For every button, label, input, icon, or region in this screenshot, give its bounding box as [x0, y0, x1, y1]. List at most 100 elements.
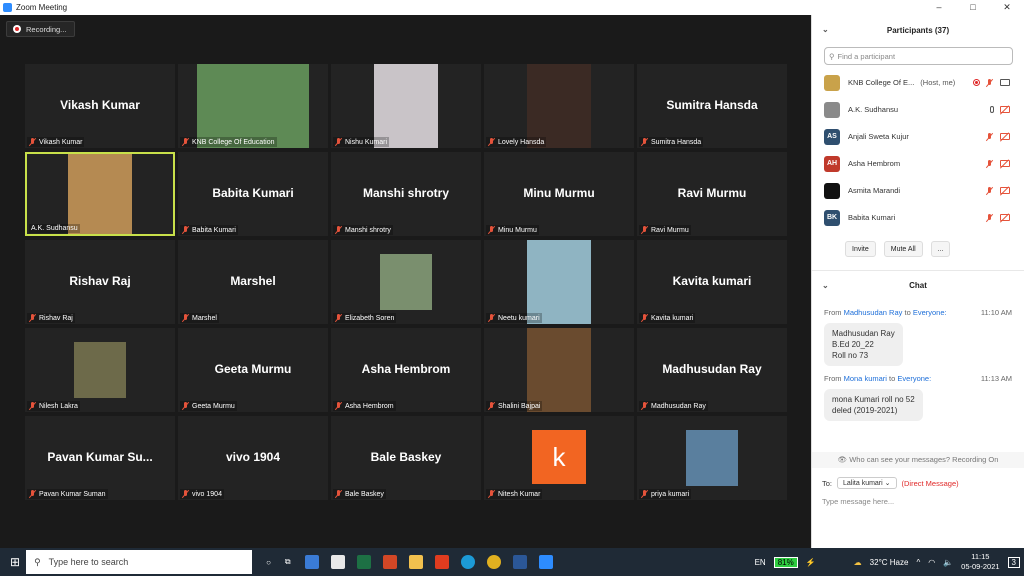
notification-icon[interactable]: 3 [1007, 556, 1020, 568]
mic-muted-icon[interactable] [986, 78, 994, 87]
app-icon-1[interactable] [304, 555, 319, 569]
camera-off-icon[interactable] [1000, 106, 1010, 113]
video-tile[interactable]: Asha Hembrom Asha Hembrom [331, 328, 481, 412]
weather-text[interactable]: 32°C Haze [870, 558, 909, 567]
chrome-icon[interactable] [486, 555, 501, 569]
sender-name[interactable]: Madhusudan Ray [844, 308, 903, 317]
collapse-participants-icon[interactable]: ⌄ [822, 25, 829, 34]
participant-search[interactable]: ⚲ Find a participant [824, 47, 1013, 65]
participant-row[interactable]: BK Babita Kumari [812, 204, 1024, 231]
recording-indicator[interactable]: Recording... [6, 21, 76, 37]
weather-icon: ☁ [853, 557, 862, 567]
windows-start-icon[interactable]: ⊞ [10, 555, 20, 569]
camera-off-icon[interactable] [1000, 133, 1010, 140]
tile-caption: Geeta Murmu [180, 401, 237, 411]
video-tile[interactable]: Minu Murmu Minu Murmu [484, 152, 634, 236]
tile-caption-name: KNB College Of Education [192, 138, 275, 146]
zoom-taskbar-icon[interactable] [538, 555, 553, 569]
camera-off-icon[interactable] [1000, 187, 1010, 194]
recipient-name[interactable]: Everyone: [913, 308, 947, 317]
office-icon[interactable] [434, 555, 449, 569]
taskbar-search-input[interactable]: Type here to search [49, 557, 129, 567]
video-tile[interactable]: Lovely Hansda [484, 64, 634, 148]
mic-muted-icon[interactable] [986, 213, 994, 222]
wifi-icon[interactable]: ◠ [928, 558, 935, 567]
video-tile[interactable]: k Nitesh Kumar [484, 416, 634, 500]
tile-display-name: Madhusudan Ray [662, 362, 762, 376]
word-icon[interactable] [512, 555, 527, 569]
mic-muted-icon [488, 314, 496, 322]
video-tile[interactable]: priya kumari [637, 416, 787, 500]
video-tile[interactable]: Manshi shrotry Manshi shrotry [331, 152, 481, 236]
video-tile[interactable]: Marshel Marshel [178, 240, 328, 324]
tile-caption-name: Minu Murmu [498, 226, 537, 234]
video-tile[interactable]: Vikash Kumar Vikash Kumar [25, 64, 175, 148]
collapse-chat-icon[interactable]: ⌄ [822, 281, 829, 290]
video-tile[interactable]: Rishav Raj Rishav Raj [25, 240, 175, 324]
video-tile[interactable]: Sumitra Hansda Sumitra Hansda [637, 64, 787, 148]
participant-row[interactable]: Asmita Marandi [812, 177, 1024, 204]
chat-input[interactable]: Type message here... [822, 497, 894, 506]
invite-button[interactable]: Invite [845, 241, 876, 257]
visibility-text: Who can see your messages? Recording On [849, 455, 999, 464]
edge-icon[interactable] [460, 555, 475, 569]
video-tile[interactable]: Babita Kumari Babita Kumari [178, 152, 328, 236]
video-tile[interactable]: Pavan Kumar Su... Pavan Kumar Suman [25, 416, 175, 500]
tile-caption: Nitesh Kumar [486, 489, 543, 499]
battery-indicator[interactable]: 81% [773, 556, 798, 568]
language-indicator[interactable]: EN [755, 558, 766, 567]
sender-name[interactable]: Mona kumari [844, 374, 887, 383]
cortana-icon[interactable]: ○ [266, 558, 271, 567]
mic-muted-icon [29, 138, 37, 146]
participant-avatar [824, 101, 840, 118]
volume-icon[interactable]: 🔈 [943, 558, 953, 567]
video-tile[interactable]: Nilesh Lakra [25, 328, 175, 412]
video-tile[interactable]: Geeta Murmu Geeta Murmu [178, 328, 328, 412]
video-tile[interactable]: Shalini Bajpai [484, 328, 634, 412]
minimize-button[interactable]: – [922, 0, 956, 15]
video-tile[interactable]: vivo 1904 vivo 1904 [178, 416, 328, 500]
file-explorer-icon[interactable] [408, 555, 423, 569]
app-icon-2[interactable] [382, 555, 397, 569]
mic-icon[interactable] [990, 106, 994, 113]
camera-off-icon[interactable] [1000, 160, 1010, 167]
video-tile[interactable]: Madhusudan Ray Madhusudan Ray [637, 328, 787, 412]
close-button[interactable]: ✕ [990, 0, 1024, 15]
video-tile[interactable]: Nishu Kumari [331, 64, 481, 148]
video-tile[interactable]: Ravi Murmu Ravi Murmu [637, 152, 787, 236]
video-tile[interactable]: A.K. Sudhansu [25, 152, 175, 236]
participant-row[interactable]: KNB College Of E... (Host, me) [812, 69, 1024, 96]
clock[interactable]: 11:15 05-09-2021 [961, 552, 999, 572]
mic-muted-icon[interactable] [986, 132, 994, 141]
tile-caption: Ravi Murmu [639, 225, 691, 235]
maximize-button[interactable]: □ [956, 0, 990, 15]
tray-chevron-icon[interactable]: ^ [916, 558, 920, 567]
more-options-button[interactable]: ... [930, 241, 951, 257]
taskbar-search[interactable]: ⚲ Type here to search [26, 550, 253, 574]
mic-muted-icon[interactable] [986, 186, 994, 195]
participant-row[interactable]: AS Anjali Sweta Kujur [812, 123, 1024, 150]
tile-caption: Manshi shrotry [333, 225, 393, 235]
tile-caption-name: Babita Kumari [192, 226, 236, 234]
video-tile[interactable]: Bale Baskey Bale Baskey [331, 416, 481, 500]
video-tile[interactable]: Elizabeth Soren [331, 240, 481, 324]
participant-row[interactable]: A.K. Sudhansu [812, 96, 1024, 123]
chat-message-line: Madhusudan Ray [832, 329, 895, 338]
video-tile[interactable]: Neetu kumari [484, 240, 634, 324]
mute-all-button[interactable]: Mute All [883, 241, 923, 257]
excel-icon[interactable] [356, 555, 371, 569]
participant-row[interactable]: AH Asha Hembrom [812, 150, 1024, 177]
video-tile[interactable]: Kavita kumari Kavita kumari [637, 240, 787, 324]
recipient-name[interactable]: Everyone: [897, 374, 931, 383]
participant-search-input[interactable]: Find a participant [838, 52, 896, 61]
store-icon[interactable] [330, 555, 345, 569]
mic-muted-icon[interactable] [986, 159, 994, 168]
camera-icon[interactable] [1000, 79, 1010, 86]
camera-off-icon[interactable] [1000, 214, 1010, 221]
task-view-icon[interactable]: ⧉ [285, 557, 291, 567]
chat-message-line: mona Kumari roll no 52 [832, 395, 915, 404]
chat-visibility-notice[interactable]: 👁 Who can see your messages? Recording O… [812, 452, 1024, 468]
video-tile[interactable]: KNB College Of Education [178, 64, 328, 148]
mic-muted-icon [335, 226, 343, 234]
recipient-select[interactable]: Lalita kumari ⌄ [837, 477, 897, 489]
